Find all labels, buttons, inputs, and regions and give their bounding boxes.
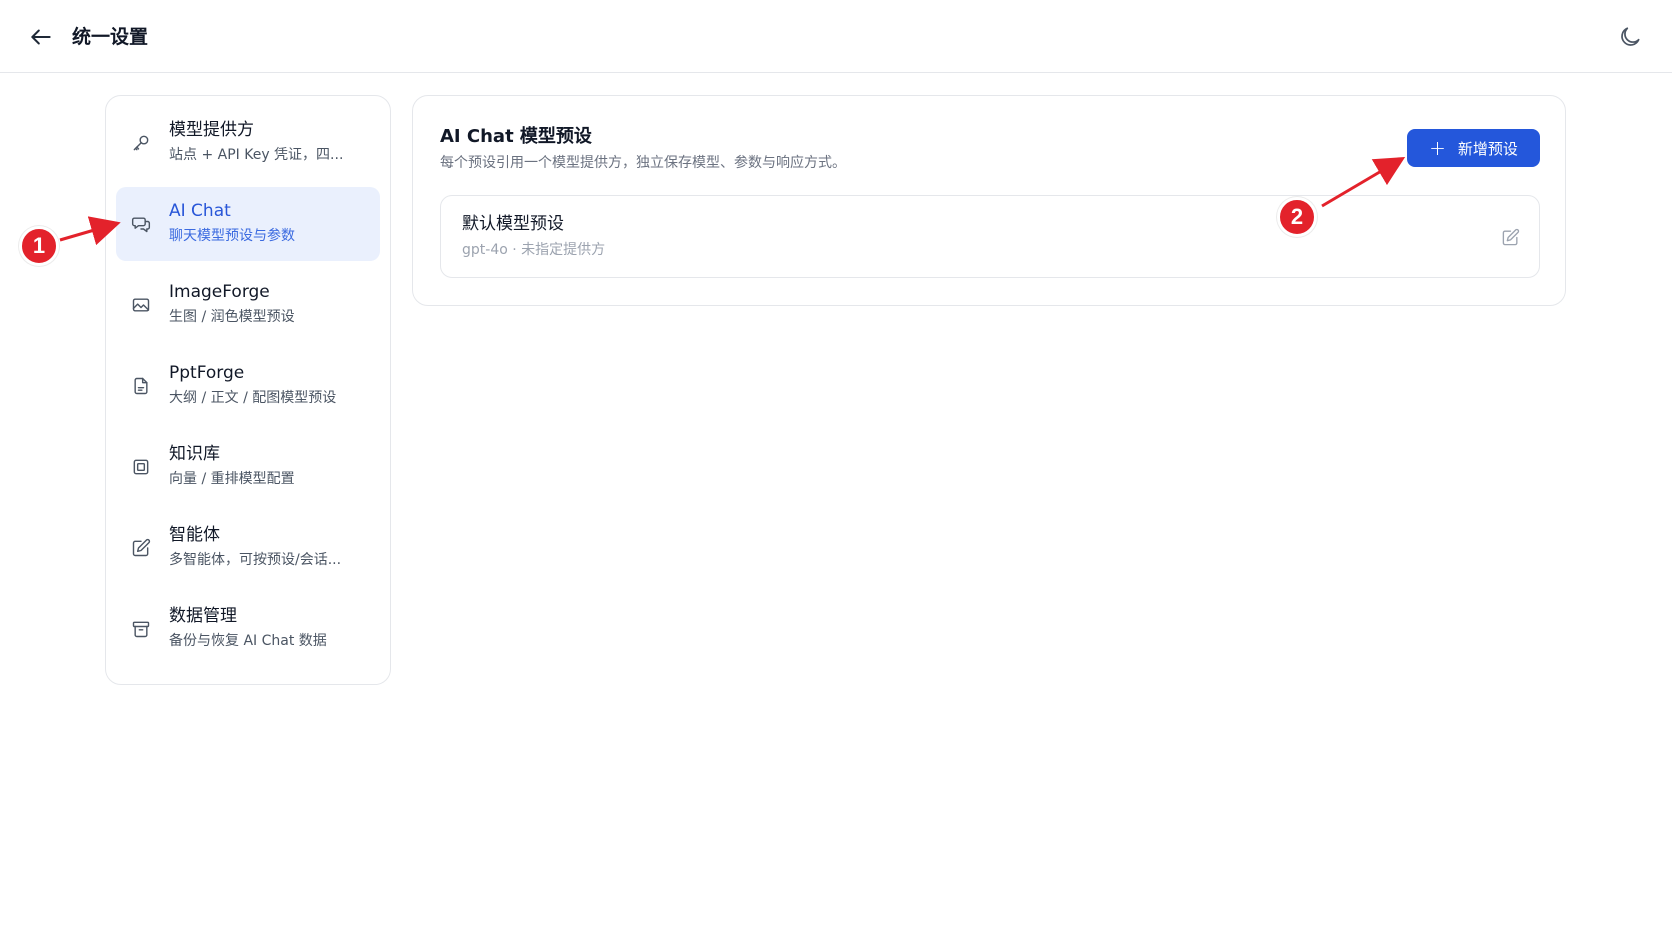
panel-subtitle: 每个预设引用一个模型提供方，独立保存模型、参数与响应方式。 — [440, 155, 846, 171]
sidebar-item-agents[interactable]: 智能体 多智能体，可按预设/会话... — [116, 511, 380, 585]
add-preset-label: 新增预设 — [1457, 139, 1518, 158]
sidebar-item-data[interactable]: 数据管理 备份与恢复 AI Chat 数据 — [116, 592, 380, 666]
moon-icon — [1621, 27, 1640, 46]
sidebar-item-title: ImageForge — [169, 282, 270, 302]
top-header: 统一设置 — [0, 0, 1672, 73]
page-title: 统一设置 — [72, 26, 149, 48]
sidebar-item-subtitle: 向量 / 重排模型配置 — [169, 471, 295, 487]
sidebar-item-pptforge[interactable]: PptForge 大纲 / 正文 / 配图模型预设 — [116, 349, 380, 423]
sidebar-item-title: PptForge — [169, 363, 245, 383]
sidebar-item-knowledge[interactable]: 知识库 向量 / 重排模型配置 — [116, 430, 380, 504]
sidebar-item-subtitle: 生图 / 润色模型预设 — [169, 309, 295, 325]
panel-title: AI Chat 模型预设 — [440, 126, 592, 147]
annotation-badge-1: 1 — [19, 226, 59, 266]
sidebar-item-title: 知识库 — [169, 444, 220, 464]
back-button[interactable] — [26, 22, 56, 52]
preset-card[interactable]: 默认模型预设 gpt-4o · 未指定提供方 — [440, 195, 1540, 278]
sidebar-item-subtitle: 大纲 / 正文 / 配图模型预设 — [169, 390, 337, 406]
add-preset-button[interactable]: + 新增预设 — [1407, 129, 1540, 167]
edit-icon — [130, 537, 152, 559]
sidebar-item-title: 数据管理 — [169, 606, 237, 626]
archive-icon — [130, 618, 152, 640]
sidebar-item-title: 模型提供方 — [169, 120, 254, 140]
sidebar-item-title: AI Chat — [169, 201, 231, 221]
settings-sidebar: 模型提供方 站点 + API Key 凭证，四... AI Chat 聊天模型预… — [105, 95, 391, 685]
sidebar-item-subtitle: 多智能体，可按预设/会话... — [169, 552, 342, 568]
sidebar-item-subtitle: 站点 + API Key 凭证，四... — [169, 147, 344, 163]
key-icon — [130, 132, 152, 154]
preset-name: 默认模型预设 — [462, 214, 564, 234]
plus-icon: + — [1429, 136, 1446, 160]
sidebar-item-subtitle: 聊天模型预设与参数 — [169, 228, 295, 244]
presets-panel: AI Chat 模型预设 每个预设引用一个模型提供方，独立保存模型、参数与响应方… — [412, 95, 1566, 306]
arrow-left-icon — [31, 29, 51, 45]
theme-toggle-button[interactable] — [1614, 21, 1646, 53]
sidebar-item-imageforge[interactable]: ImageForge 生图 / 润色模型预设 — [116, 268, 380, 342]
file-icon — [130, 375, 152, 397]
pencil-icon — [1502, 228, 1519, 245]
edit-preset-button[interactable] — [1499, 226, 1521, 248]
sidebar-item-providers[interactable]: 模型提供方 站点 + API Key 凭证，四... — [116, 106, 380, 180]
sidebar-item-title: 智能体 — [169, 525, 220, 545]
sidebar-item-subtitle: 备份与恢复 AI Chat 数据 — [169, 633, 327, 649]
preset-meta: gpt-4o · 未指定提供方 — [462, 242, 606, 258]
sidebar-item-ai-chat[interactable]: AI Chat 聊天模型预设与参数 — [116, 187, 380, 261]
annotation-badge-2: 2 — [1277, 197, 1317, 237]
chat-icon — [130, 213, 152, 235]
image-icon — [130, 294, 152, 316]
book-icon — [130, 456, 152, 478]
